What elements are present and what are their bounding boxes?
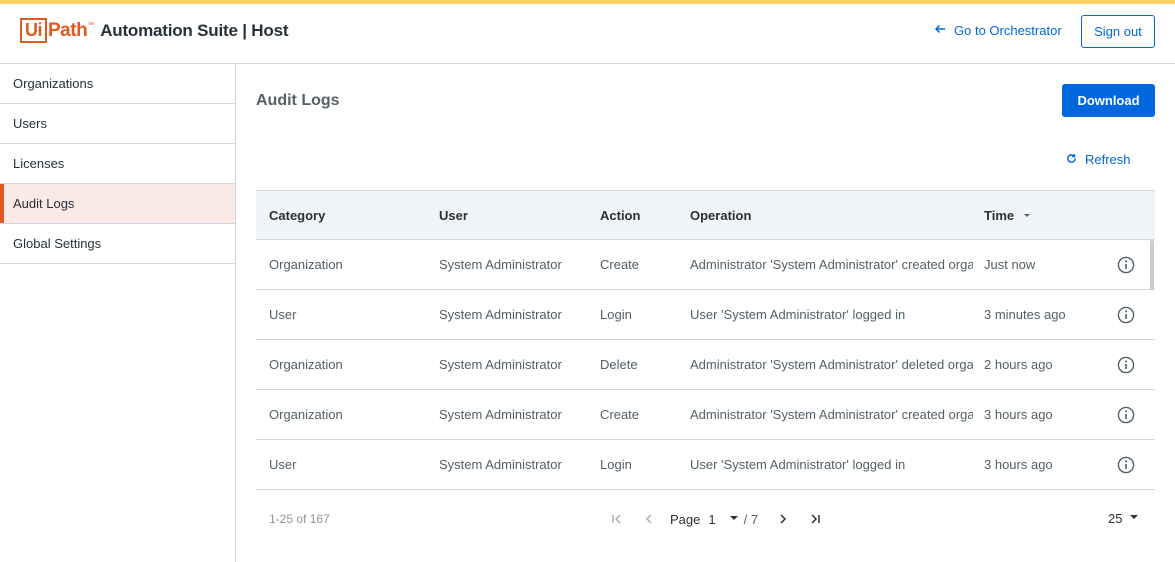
column-header-time-label: Time bbox=[984, 208, 1015, 223]
logo-trademark: ™ bbox=[87, 22, 95, 29]
table-row[interactable]: Organization System Administrator Create… bbox=[256, 240, 1155, 290]
page-label: Page bbox=[670, 511, 701, 527]
cell-operation: User 'System Administrator' logged in bbox=[690, 457, 906, 472]
cell-action: Create bbox=[600, 407, 640, 422]
refresh-icon bbox=[1066, 152, 1085, 167]
cell-operation: Administrator 'System Administrator' cre… bbox=[690, 257, 973, 272]
refresh-button[interactable]: Refresh bbox=[1066, 152, 1131, 167]
column-header-action[interactable]: Action bbox=[600, 191, 680, 240]
page-size-value: 25 bbox=[1108, 511, 1123, 526]
cell-category: Organization bbox=[269, 407, 343, 422]
column-header-user[interactable]: User bbox=[439, 191, 589, 240]
refresh-label: Refresh bbox=[1085, 152, 1131, 167]
next-page-icon[interactable] bbox=[772, 509, 794, 529]
table-row[interactable]: User System Administrator Login User 'Sy… bbox=[256, 440, 1155, 490]
page-title: Audit Logs bbox=[256, 92, 340, 109]
sidebar-item-global-settings[interactable]: Global Settings bbox=[0, 224, 235, 264]
sign-out-button[interactable]: Sign out bbox=[1081, 15, 1155, 48]
cell-category: User bbox=[269, 457, 297, 472]
pagination-range: 1-25 of 167 bbox=[269, 512, 330, 526]
table-header: Category User Action Operation Time bbox=[256, 191, 1155, 240]
cell-action: Create bbox=[600, 257, 640, 272]
current-page-value: 1 bbox=[708, 511, 716, 527]
sidebar-item-label: Users bbox=[13, 116, 47, 131]
sort-descending-icon bbox=[1018, 208, 1032, 223]
cell-time: 3 hours ago bbox=[984, 407, 1053, 422]
logo-ui-mark: Ui bbox=[20, 18, 47, 43]
first-page-icon[interactable] bbox=[606, 509, 628, 529]
chevron-down-icon bbox=[1122, 511, 1140, 526]
pager-controls: Page 1 / 7 bbox=[606, 509, 836, 529]
cell-user: System Administrator bbox=[439, 257, 562, 272]
sidebar-item-label: Global Settings bbox=[13, 236, 102, 251]
table-scrollbar[interactable] bbox=[1150, 240, 1154, 290]
cell-time: 3 minutes ago bbox=[984, 307, 1066, 322]
cell-operation: User 'System Administrator' logged in bbox=[690, 307, 906, 322]
table-row[interactable]: Organization System Administrator Create… bbox=[256, 390, 1155, 440]
audit-logs-table: Category User Action Operation Time Orga… bbox=[256, 190, 1155, 495]
arrow-left-icon bbox=[934, 23, 954, 38]
info-icon[interactable] bbox=[1117, 456, 1135, 474]
info-icon[interactable] bbox=[1117, 406, 1135, 424]
sidebar-item-users[interactable]: Users bbox=[0, 104, 235, 144]
go-to-orchestrator-link[interactable]: Go to Orchestrator bbox=[934, 23, 1062, 38]
chevron-down-icon bbox=[716, 512, 740, 527]
logo-path-text: Path bbox=[48, 19, 88, 41]
cell-user: System Administrator bbox=[439, 307, 562, 322]
sidebar-nav: Organizations Users Licenses Audit Logs … bbox=[0, 64, 236, 562]
sidebar-item-label: Licenses bbox=[13, 156, 65, 171]
uipath-logo[interactable]: Ui Path ™ Automation Suite | Host bbox=[20, 18, 288, 43]
total-pages: / 7 bbox=[743, 511, 759, 527]
product-name: Automation Suite | Host bbox=[100, 20, 289, 40]
sidebar-item-label: Audit Logs bbox=[13, 196, 75, 211]
cell-time: 3 hours ago bbox=[984, 457, 1053, 472]
cell-action: Login bbox=[600, 307, 632, 322]
page-size-select[interactable]: 25 bbox=[1108, 511, 1140, 526]
page-select[interactable]: 1 bbox=[708, 512, 739, 527]
info-icon[interactable] bbox=[1117, 256, 1135, 274]
cell-action: Delete bbox=[600, 357, 638, 372]
column-header-operation[interactable]: Operation bbox=[690, 191, 973, 240]
column-header-category[interactable]: Category bbox=[269, 191, 429, 240]
table-row[interactable]: Organization System Administrator Delete… bbox=[256, 340, 1155, 390]
download-button[interactable]: Download bbox=[1062, 84, 1155, 117]
sidebar-item-licenses[interactable]: Licenses bbox=[0, 144, 235, 184]
column-header-time[interactable]: Time bbox=[984, 191, 1104, 240]
table-row[interactable]: User System Administrator Login User 'Sy… bbox=[256, 290, 1155, 340]
sidebar-item-label: Organizations bbox=[13, 76, 94, 91]
sidebar-item-audit-logs[interactable]: Audit Logs bbox=[0, 184, 235, 224]
cell-user: System Administrator bbox=[439, 457, 562, 472]
sidebar-item-organizations[interactable]: Organizations bbox=[0, 64, 235, 104]
cell-category: Organization bbox=[269, 257, 343, 272]
info-icon[interactable] bbox=[1117, 306, 1135, 324]
go-to-orchestrator-label: Go to Orchestrator bbox=[954, 23, 1062, 38]
cell-time: 2 hours ago bbox=[984, 357, 1053, 372]
cell-user: System Administrator bbox=[439, 357, 562, 372]
cell-time: Just now bbox=[984, 257, 1036, 272]
cell-action: Login bbox=[600, 457, 632, 472]
info-icon[interactable] bbox=[1117, 356, 1135, 374]
app-header: Ui Path ™ Automation Suite | Host Go to … bbox=[0, 4, 1175, 64]
last-page-icon[interactable] bbox=[804, 509, 826, 529]
cell-operation: Administrator 'System Administrator' del… bbox=[690, 357, 973, 372]
cell-user: System Administrator bbox=[439, 407, 562, 422]
cell-category: User bbox=[269, 307, 297, 322]
cell-category: Organization bbox=[269, 357, 343, 372]
pagination-bar: 1-25 of 167 Page 1 / 7 25 bbox=[256, 495, 1155, 543]
previous-page-icon[interactable] bbox=[638, 509, 660, 529]
cell-operation: Administrator 'System Administrator' cre… bbox=[690, 407, 973, 422]
